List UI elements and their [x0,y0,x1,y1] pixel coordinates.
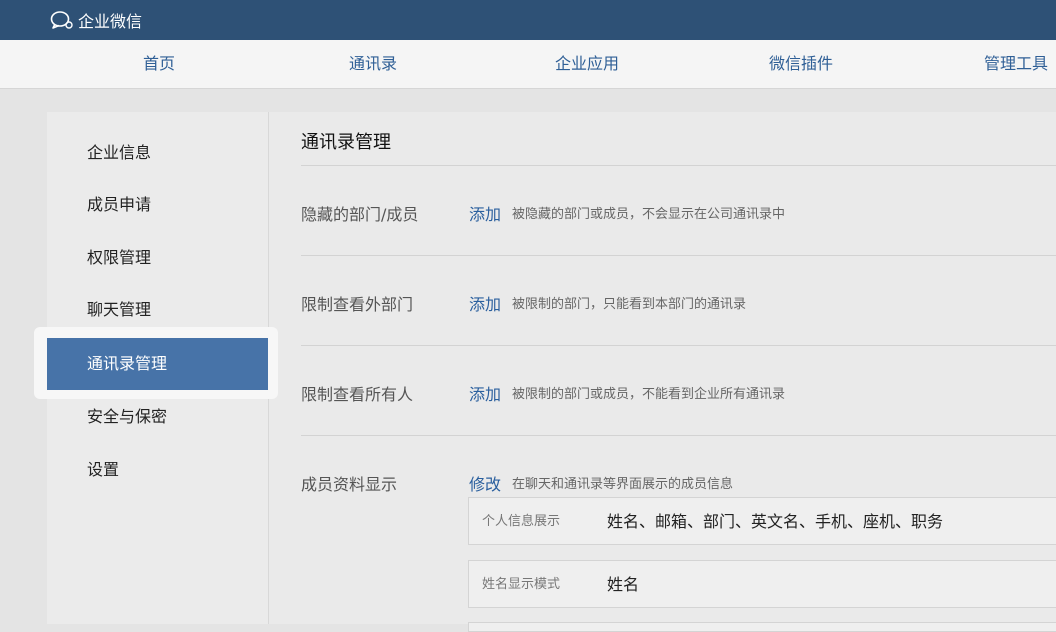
page-title: 通讯录管理 [301,132,391,153]
sidebar-item-member-requests[interactable]: 成员申请 [47,179,268,231]
row-desc-restrict-dept: 被限制的部门，只能看到本部门的通讯录 [512,297,747,312]
info-value: 姓名、邮箱、部门、英文名、手机、座机、职务 [607,512,944,531]
sidebar-item-contacts-management[interactable]: 通讯录管理 [47,338,268,390]
sidebar-item-settings[interactable]: 设置 [47,444,268,496]
profile-display-box: 个人信息展示 姓名、邮箱、部门、英文名、手机、座机、职务 [468,497,1056,545]
content-area: 通讯录管理 隐藏的部门/成员 添加 被隐藏的部门或成员，不会显示在公司通讯录中 … [269,112,1056,632]
nav-admin-tools[interactable]: 管理工具 [984,40,1048,88]
divider [301,255,1056,256]
title-bar: 企业微信 [0,0,1056,40]
divider [301,165,1056,166]
edit-member-display-button[interactable]: 修改 [469,471,501,495]
nav-contacts[interactable]: 通讯录 [349,40,397,88]
row-label-member-display: 成员资料显示 [301,475,398,494]
nav-apps[interactable]: 企业应用 [555,40,619,88]
row-desc-restrict-all: 被限制的部门或成员，不能看到企业所有通讯录 [512,387,786,402]
app-brand: 企业微信 [78,12,143,31]
add-restrict-all-button[interactable]: 添加 [469,381,501,405]
sidebar-item-permissions[interactable]: 权限管理 [47,232,268,284]
sidebar-item-company-info[interactable]: 企业信息 [47,127,268,179]
info-value: 姓名 [607,575,640,594]
nav-home[interactable]: 首页 [143,40,175,88]
row-desc-member-display: 在聊天和通讯录等界面展示的成员信息 [512,477,734,492]
row-label-hidden: 隐藏的部门/成员 [301,205,419,224]
nav-wechat-plugin[interactable]: 微信插件 [769,40,833,88]
info-key: 姓名显示模式 [482,577,561,592]
top-nav: 首页 通讯录 企业应用 微信插件 管理工具 [0,40,1056,89]
row-label-restrict-all: 限制查看所有人 [301,385,414,404]
row-label-restrict-dept: 限制查看外部门 [301,295,414,314]
row-desc-hidden: 被隐藏的部门或成员，不会显示在公司通讯录中 [512,207,786,222]
add-restrict-dept-button[interactable]: 添加 [469,291,501,315]
add-hidden-button[interactable]: 添加 [469,201,501,225]
divider [301,345,1056,346]
name-display-box: 姓名显示模式 姓名 [468,560,1056,608]
divider [301,435,1056,436]
chat-bubble-icon [50,10,74,30]
info-key: 个人信息展示 [482,514,561,529]
